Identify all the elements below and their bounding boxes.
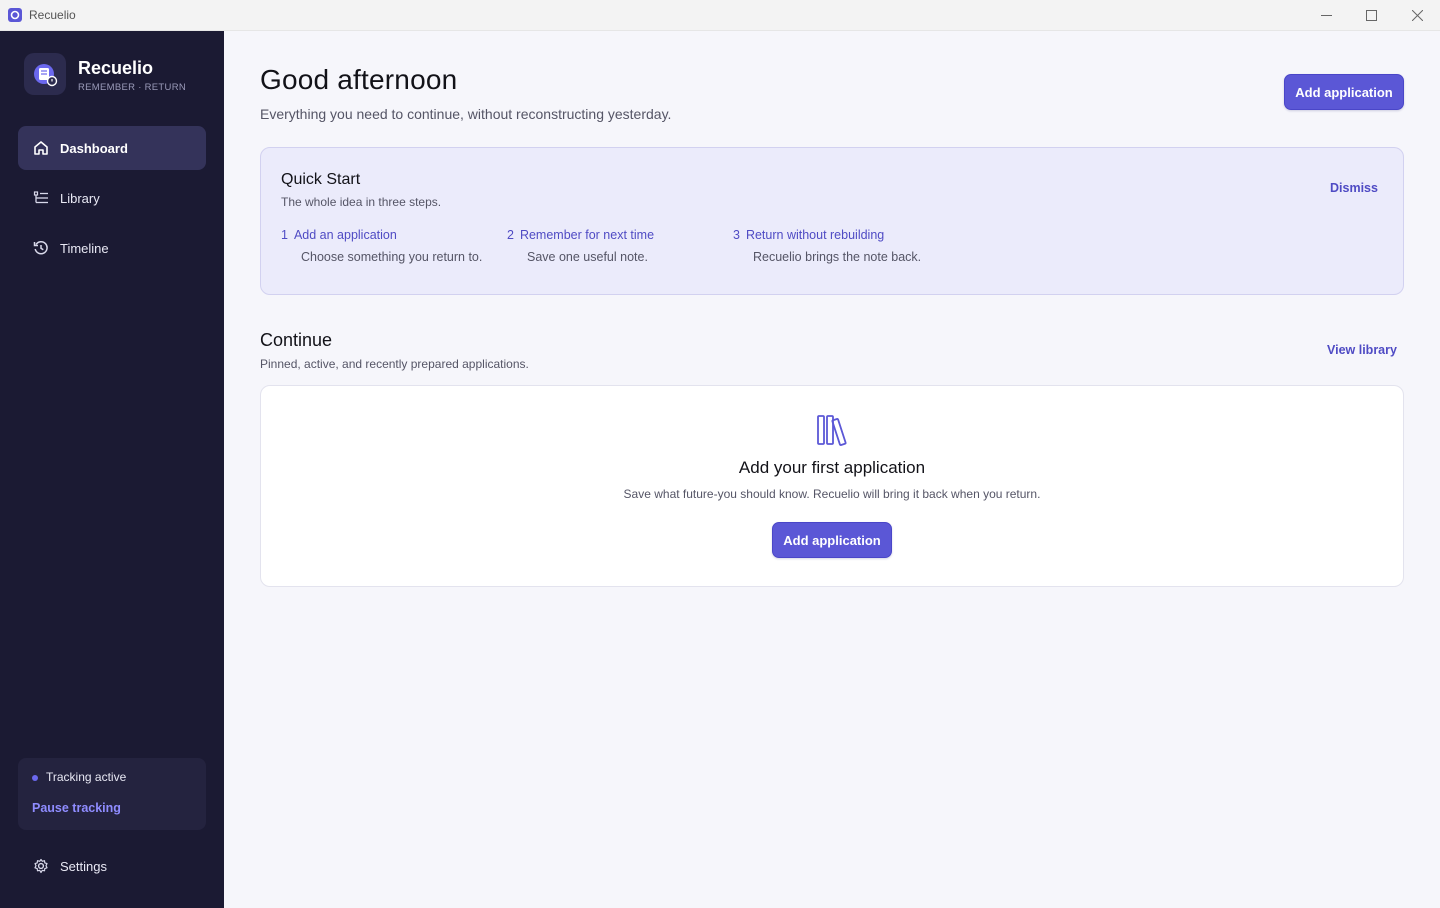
- sidebar-item-settings[interactable]: Settings: [18, 846, 206, 886]
- view-library-link[interactable]: View library: [1327, 343, 1397, 357]
- empty-state-subtitle: Save what future-you should know. Recuel…: [623, 487, 1041, 501]
- sidebar: Recuelio REMEMBER · RETURN Dashboard Lib…: [0, 31, 224, 908]
- history-icon: [32, 239, 50, 257]
- step-title: Remember for next time: [519, 228, 655, 242]
- brand-name: Recuelio: [78, 58, 154, 78]
- empty-state-title: Add your first application: [738, 458, 926, 477]
- quick-start-step: 3 Return without rebuilding Recuelio brin…: [733, 228, 921, 264]
- sidebar-item-label: Settings: [60, 858, 107, 874]
- sidebar-item-label: Dashboard: [60, 140, 128, 156]
- step-description: Choose something you return to.: [301, 250, 483, 264]
- list-icon: [32, 189, 50, 207]
- sidebar-item-timeline[interactable]: Timeline: [18, 226, 206, 270]
- quick-start-card: Quick Start The whole idea in three step…: [260, 147, 1404, 295]
- quick-start-subtitle: The whole idea in three steps.: [281, 195, 442, 209]
- sidebar-item-label: Library: [60, 190, 100, 206]
- step-number: 3: [733, 228, 740, 242]
- app-logo-icon: [8, 8, 22, 22]
- title-bar: Recuelio: [0, 0, 1440, 31]
- step-title: Return without rebuilding: [745, 228, 885, 242]
- sidebar-item-dashboard[interactable]: Dashboard: [18, 126, 206, 170]
- maximize-icon: [1365, 10, 1377, 21]
- continue-section-subtitle: Pinned, active, and recently prepared ap…: [260, 357, 529, 371]
- continue-section-title: Continue: [260, 330, 333, 350]
- recuelio-logo-icon: [34, 64, 58, 87]
- add-application-button[interactable]: Add application: [1284, 74, 1404, 110]
- page-title: Good afternoon: [260, 64, 458, 95]
- maximize-button[interactable]: [1348, 0, 1394, 31]
- tracking-status: Tracking active: [46, 770, 127, 784]
- books-icon: [817, 415, 847, 446]
- step-description: Save one useful note.: [527, 250, 648, 264]
- window-title: Recuelio: [29, 8, 76, 22]
- tracking-card: Tracking active Pause tracking: [18, 758, 206, 830]
- tracking-status-dot: [32, 775, 38, 781]
- close-button[interactable]: [1394, 0, 1440, 31]
- minimize-icon: [1320, 15, 1332, 16]
- sidebar-item-label: Timeline: [60, 240, 109, 256]
- quick-start-title: Quick Start: [281, 171, 361, 188]
- home-icon: [32, 139, 50, 157]
- step-title: Add an application: [293, 228, 397, 242]
- minimize-button[interactable]: [1303, 0, 1349, 31]
- page-subtitle: Everything you need to continue, without…: [260, 106, 672, 122]
- empty-state-card: Add your first application Save what fut…: [260, 385, 1404, 587]
- step-number: 2: [507, 228, 514, 242]
- sidebar-item-library[interactable]: Library: [18, 176, 206, 220]
- gear-icon: [32, 857, 50, 875]
- brand-logo: [24, 53, 66, 95]
- add-application-button[interactable]: Add application: [772, 522, 892, 558]
- step-description: Recuelio brings the note back.: [753, 250, 922, 264]
- pause-tracking-link[interactable]: Pause tracking: [32, 801, 121, 815]
- close-icon: [1411, 10, 1423, 21]
- brand-tagline: REMEMBER · RETURN: [78, 82, 187, 93]
- dismiss-button[interactable]: Dismiss: [1330, 181, 1378, 195]
- quick-start-step: 2 Remember for next time Save one useful …: [507, 228, 654, 264]
- step-number: 1: [281, 228, 288, 242]
- quick-start-step: 1 Add an application Choose something you…: [281, 228, 482, 264]
